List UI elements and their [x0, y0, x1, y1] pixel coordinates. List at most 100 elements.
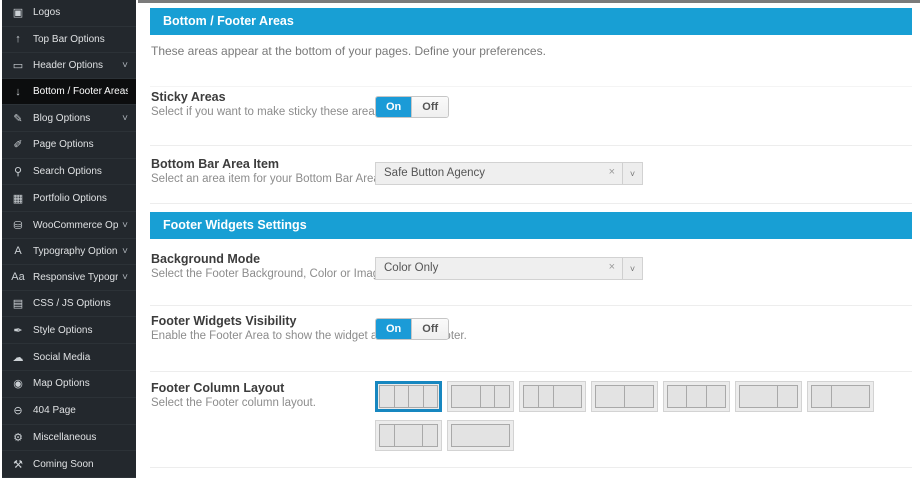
- layout-option-columns: [379, 385, 438, 408]
- chevron-down-icon[interactable]: ˅: [622, 163, 642, 184]
- sidebar-item-label: Style Options: [33, 325, 128, 336]
- layout-column: [495, 386, 509, 407]
- edit-icon: ✎: [11, 112, 25, 125]
- layout-column: [554, 386, 582, 407]
- letter-a-icon: A: [11, 245, 25, 257]
- sidebar-item-label: Bottom / Footer Areas: [33, 86, 128, 97]
- sidebar-item-woocommerce-options[interactable]: ⛁WooCommerce Options˅: [2, 212, 136, 239]
- layout-column: [668, 386, 687, 407]
- layout-option-columns: [451, 424, 510, 447]
- sidebar-item-css-js-options[interactable]: ▤ CSS / JS Options: [2, 291, 136, 318]
- layout-column: [832, 386, 869, 407]
- sidebar-item-style-options[interactable]: ✒ Style Options: [2, 317, 136, 344]
- sidebar-item-search-options[interactable]: ⚲Search Options: [2, 159, 136, 186]
- layout-option-columns: [379, 424, 438, 447]
- layout-column: [539, 386, 554, 407]
- sidebar-item-page-options[interactable]: ✐ Page Options: [2, 132, 136, 159]
- chevron-down-icon: ˅: [122, 272, 128, 283]
- sidebar-item-portfolio-options[interactable]: ▦Portfolio Options: [2, 185, 136, 212]
- layout-column: [625, 386, 653, 407]
- section-banner-bottom-footer-areas: Bottom / Footer Areas: [150, 8, 912, 35]
- minus-circle-icon: ⊖: [11, 404, 25, 417]
- footer-widgets-visibility-toggle-on-button[interactable]: On: [376, 319, 411, 339]
- divider: [150, 371, 912, 372]
- footer-widgets-visibility-toggle: On Off: [375, 318, 449, 340]
- sidebar-item-header-options[interactable]: ▭Header Options˅: [2, 53, 136, 80]
- sidebar-item-label: Top Bar Options: [33, 34, 128, 45]
- layout-option-quarter-quarter-half[interactable]: [519, 381, 586, 412]
- sidebar-item-social-media[interactable]: ☁Social Media: [2, 344, 136, 371]
- layout-column: [687, 386, 706, 407]
- layout-option-half-half[interactable]: [591, 381, 658, 412]
- image-icon: ▣: [11, 6, 25, 19]
- sidebar-item-logos[interactable]: ▣Logos: [2, 0, 136, 27]
- bottom-bar-area-item-label: Bottom Bar Area Item: [151, 157, 279, 171]
- layout-column: [596, 386, 625, 407]
- layout-option-quarter-half-quarter[interactable]: [375, 420, 442, 451]
- layout-column: [380, 386, 395, 407]
- footer-layout-options: [375, 381, 887, 459]
- sticky-areas-description: Select if you want to make sticky these …: [151, 106, 384, 118]
- arrow-down-icon: ↓: [11, 86, 25, 98]
- layout-column: [423, 425, 437, 446]
- code-file-icon: ▤: [11, 297, 25, 310]
- sidebar-item-typography-options[interactable]: ATypography Options˅: [2, 239, 136, 265]
- sticky-areas-toggle: On Off: [375, 96, 449, 118]
- layout-column: [740, 386, 778, 407]
- layout-option-full-width[interactable]: [447, 420, 514, 451]
- clear-icon[interactable]: ×: [605, 258, 622, 279]
- sidebar-item-bottom-footer-areas[interactable]: ↓ Bottom / Footer Areas: [2, 79, 136, 105]
- layout-option-columns: [595, 385, 654, 408]
- sidebar-item-blog-options[interactable]: ✎Blog Options˅: [2, 105, 136, 132]
- chevron-down-icon: ˅: [122, 246, 128, 257]
- footer-widgets-visibility-toggle-off-button[interactable]: Off: [411, 319, 448, 339]
- bottom-bar-area-item-select-value: Safe Button Agency: [376, 163, 605, 184]
- pencil-icon: ✐: [11, 138, 25, 151]
- background-mode-select-value: Color Only: [376, 258, 605, 279]
- monitor-icon: ▭: [11, 59, 25, 72]
- sidebar-nav: ▣Logos↑Top Bar Options▭Header Options˅ ↓ B…: [2, 0, 136, 478]
- layout-option-third-twothirds[interactable]: [807, 381, 874, 412]
- background-mode-description: Select the Footer Background, Color or I…: [151, 268, 389, 280]
- chevron-down-icon[interactable]: ˅: [622, 258, 642, 279]
- bottom-bar-area-item-description: Select an area item for your Bottom Bar …: [151, 173, 383, 185]
- layout-option-third-x3[interactable]: [663, 381, 730, 412]
- section-title: Footer Widgets Settings: [163, 218, 307, 232]
- layout-option-twothirds-third[interactable]: [735, 381, 802, 412]
- section-title: Bottom / Footer Areas: [163, 14, 294, 28]
- sidebar-item-coming-soon[interactable]: ⚒Coming Soon: [2, 451, 136, 478]
- sidebar-item-top-bar-options[interactable]: ↑Top Bar Options: [2, 27, 136, 53]
- section-intro-text: These areas appear at the bottom of your…: [151, 44, 546, 58]
- sidebar-item-404-page[interactable]: ⊖ 404 Page: [2, 398, 136, 425]
- sticky-areas-toggle-on-button[interactable]: On: [376, 97, 411, 117]
- layout-option-columns: [523, 385, 582, 408]
- sticky-areas-toggle-off-button[interactable]: Off: [411, 97, 448, 117]
- sidebar-item-responsive-typography[interactable]: AaResponsive Typography˅: [2, 265, 136, 291]
- background-mode-select[interactable]: Color Only × ˅: [375, 257, 643, 280]
- sidebar-item-label: Page Options: [33, 139, 128, 150]
- chevron-down-icon: ˅: [122, 113, 128, 124]
- divider: [150, 305, 912, 306]
- divider: [150, 467, 912, 468]
- sidebar-item-label: Map Options: [33, 378, 128, 389]
- sidebar-item-miscellaneous[interactable]: ⚙Miscellaneous: [2, 425, 136, 452]
- sidebar-item-label: CSS / JS Options: [33, 298, 128, 309]
- divider: [150, 86, 912, 87]
- layout-column: [452, 386, 481, 407]
- layout-option-columns: [811, 385, 870, 408]
- layout-column: [424, 386, 438, 407]
- sidebar-item-label: 404 Page: [33, 405, 128, 416]
- pen-icon: ✒: [11, 324, 25, 337]
- sidebar-item-label: Social Media: [33, 352, 128, 363]
- bottom-bar-area-item-select[interactable]: Safe Button Agency × ˅: [375, 162, 643, 185]
- layout-option-half-quarter-quarter[interactable]: [447, 381, 514, 412]
- sidebar-item-label: Portfolio Options: [33, 193, 128, 204]
- layout-option-quarter-x4[interactable]: [375, 381, 442, 412]
- clear-icon[interactable]: ×: [605, 163, 622, 184]
- layout-column: [452, 425, 509, 446]
- background-mode-label: Background Mode: [151, 252, 260, 266]
- layout-column: [380, 425, 395, 446]
- section-banner-footer-widgets-settings: Footer Widgets Settings: [150, 212, 912, 239]
- chevron-down-icon: ˅: [122, 60, 128, 71]
- sidebar-item-map-options[interactable]: ◉Map Options: [2, 371, 136, 398]
